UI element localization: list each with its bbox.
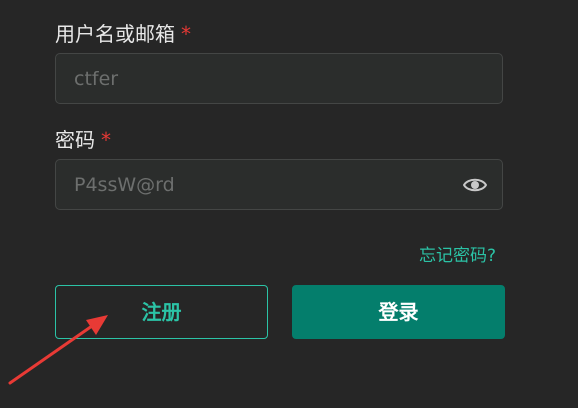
password-label-text: 密码 [55,128,95,152]
username-label-text: 用户名或邮箱 [55,22,175,46]
password-field[interactable] [55,159,503,210]
required-asterisk: * [181,22,191,46]
required-asterisk: * [101,128,111,152]
username-input[interactable] [56,54,502,103]
username-label: 用户名或邮箱 * [55,22,191,46]
password-label: 密码 * [55,128,111,152]
eye-icon[interactable] [462,174,488,196]
login-button[interactable]: 登录 [292,285,505,339]
register-button[interactable]: 注册 [55,285,268,339]
username-field[interactable] [55,53,503,104]
password-input[interactable] [56,160,502,209]
forgot-password-link[interactable]: 忘记密码? [419,245,496,267]
